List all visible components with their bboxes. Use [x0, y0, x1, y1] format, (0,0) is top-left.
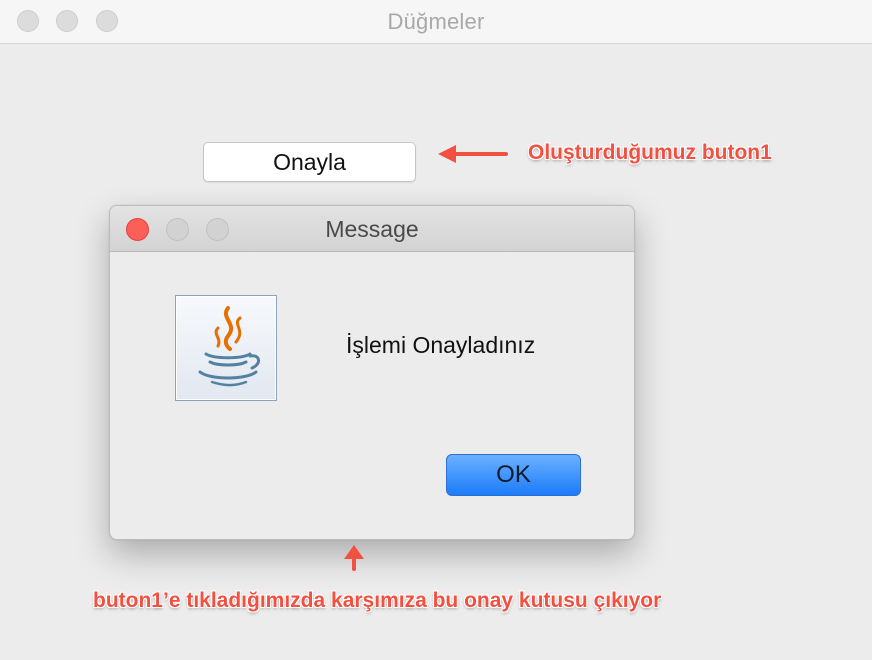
annotation-arrow-left: [438, 145, 508, 163]
annotation-arrow-up: [344, 545, 364, 571]
ok-button[interactable]: OK: [446, 454, 581, 496]
annotation-dialog-note: buton1’e tıkladığımızda karşımıza bu ona…: [93, 589, 662, 612]
confirm-button[interactable]: Onayla: [203, 142, 416, 182]
window-titlebar: Düğmeler: [0, 0, 872, 44]
dialog-title: Message: [325, 216, 419, 242]
annotation-button-note: Oluşturduğumuz buton1: [528, 141, 772, 164]
dialog-titlebar: Message: [110, 206, 634, 252]
message-dialog: Message İşlemi Onayladınız OK: [109, 205, 635, 540]
window-title: Düğmeler: [387, 9, 485, 34]
java-icon: [175, 295, 277, 401]
dialog-message: İşlemi Onayladınız: [346, 332, 536, 358]
